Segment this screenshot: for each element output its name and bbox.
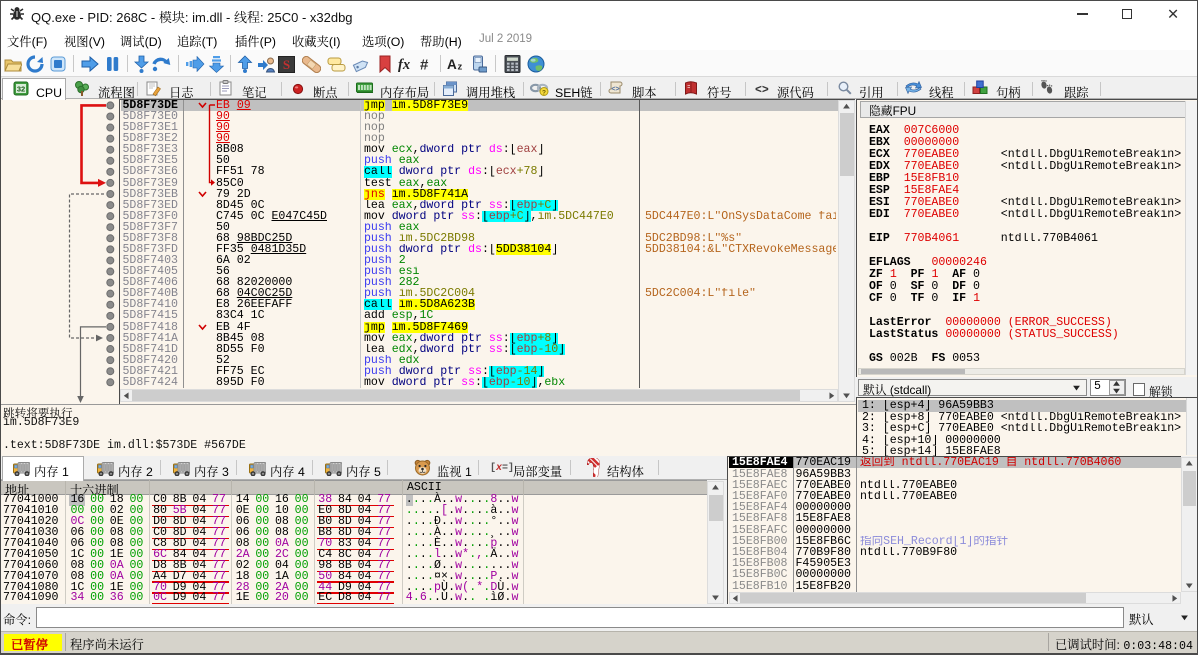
svg-text:32: 32 bbox=[17, 85, 25, 94]
svg-text:<>: <> bbox=[755, 84, 769, 95]
svg-text:<>: <> bbox=[611, 84, 619, 94]
svg-text:#: # bbox=[420, 57, 429, 73]
svg-text:S: S bbox=[283, 57, 290, 72]
svg-text:z: z bbox=[458, 62, 463, 73]
svg-text:A: A bbox=[447, 57, 457, 72]
svg-text:fx: fx bbox=[398, 57, 410, 72]
svg-text:?: ? bbox=[542, 88, 546, 97]
